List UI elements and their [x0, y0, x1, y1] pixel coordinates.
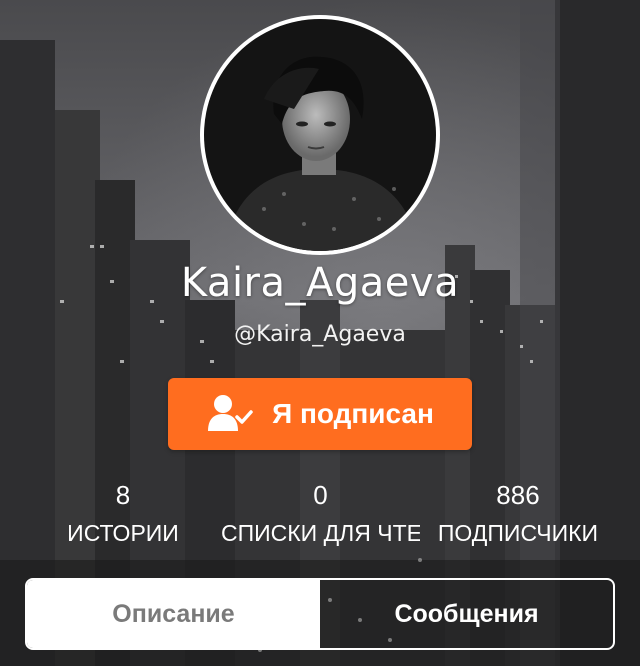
tab-messages[interactable]: Сообщения	[320, 580, 613, 648]
profile-stats: 8 ИСТОРИИ 0 СПИСКИ ДЛЯ ЧТЕ 886 ПОДПИСЧИК…	[0, 480, 640, 550]
user-check-icon	[206, 393, 254, 436]
following-button-label: Я подписан	[272, 398, 434, 429]
stat-label: ПОДПИСЧИКИ	[437, 520, 599, 546]
stat-value: 0	[313, 480, 328, 510]
profile-username: Kaira_Agaeva	[180, 260, 460, 306]
stat-value: 886	[496, 480, 540, 510]
stat-value: 8	[115, 480, 131, 510]
profile-handle: @Kaira_Agaeva	[234, 322, 406, 347]
stat-followers[interactable]: 886 ПОДПИСЧИКИ	[413, 480, 623, 548]
stat-stories[interactable]: 8 ИСТОРИИ	[18, 480, 228, 548]
avatar[interactable]	[200, 15, 440, 255]
profile-tabs: Описание Сообщения	[25, 578, 615, 650]
stat-label: ИСТОРИИ	[67, 520, 179, 546]
following-button[interactable]: Я подписан	[168, 378, 472, 450]
tab-description[interactable]: Описание	[27, 580, 320, 648]
profile-photo	[204, 19, 436, 251]
stat-label: СПИСКИ ДЛЯ ЧТЕ	[221, 520, 420, 546]
stat-reading-lists[interactable]: 0 СПИСКИ ДЛЯ ЧТЕ	[221, 480, 420, 548]
